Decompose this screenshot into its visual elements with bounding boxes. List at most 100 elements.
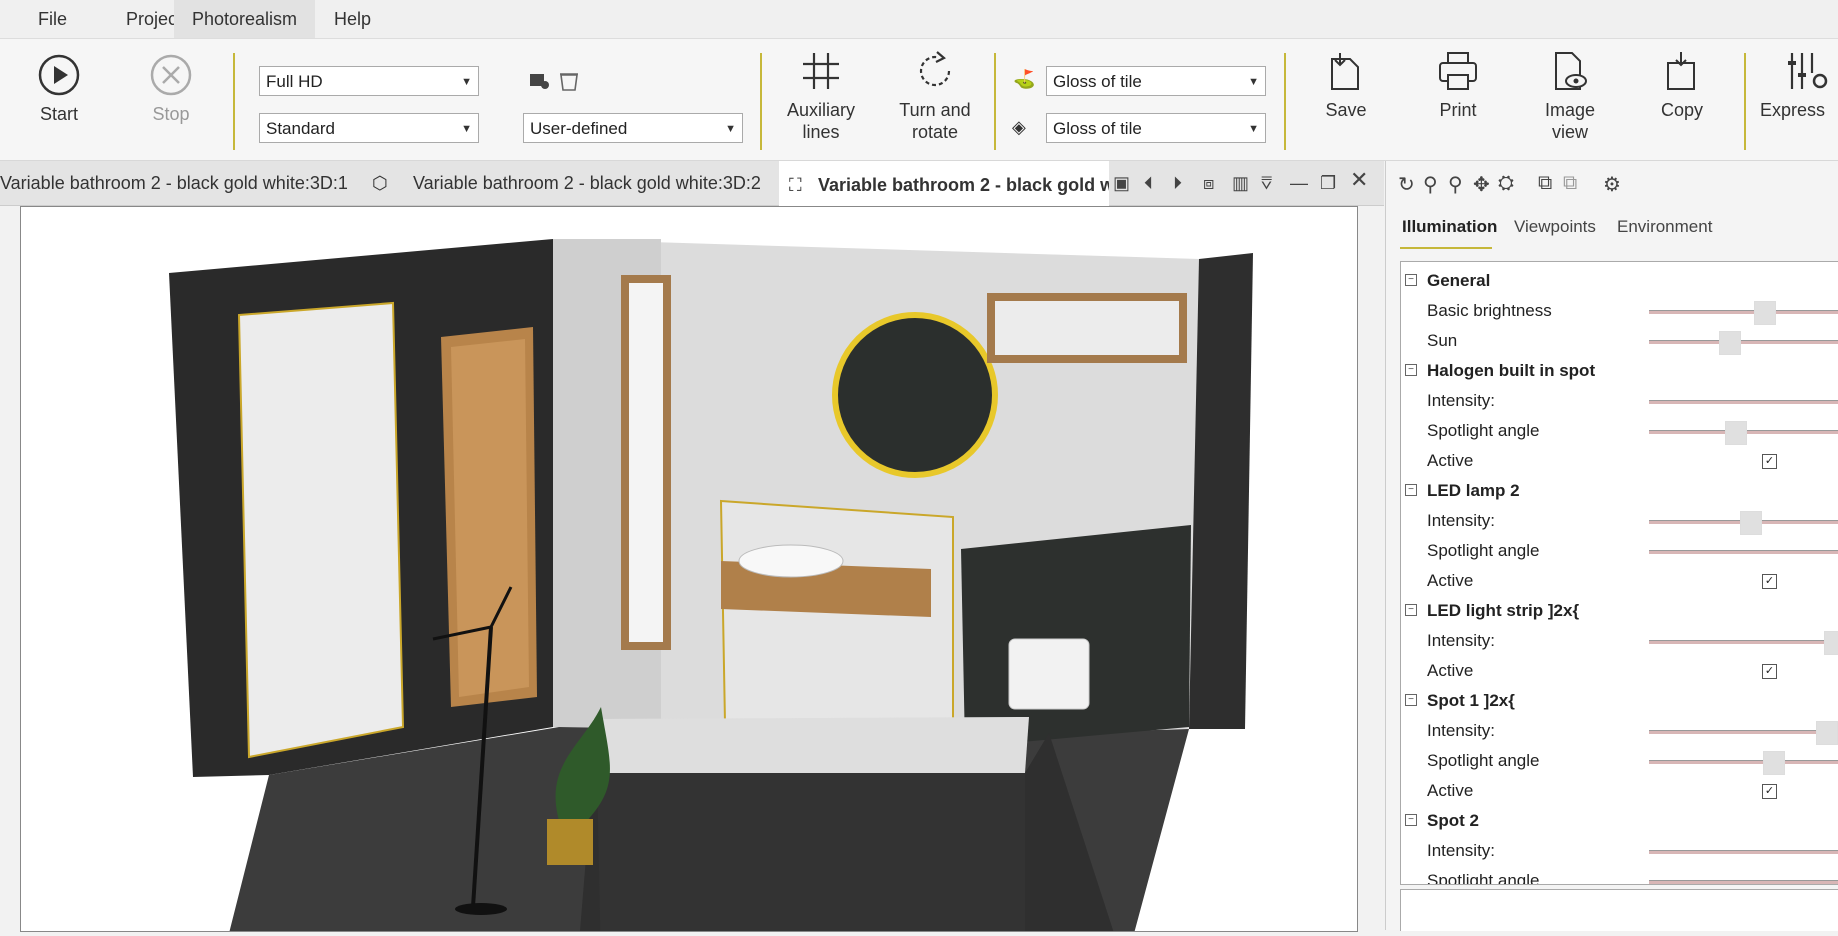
preset-select[interactable]: User-defined ▼ (523, 113, 743, 143)
active-checkbox[interactable]: ✓ (1762, 454, 1777, 469)
pan-icon[interactable]: ✥ (1473, 172, 1490, 197)
clear-cache-button[interactable] (558, 71, 580, 97)
tab-3d-1[interactable]: Variable bathroom 2 - black gold white:3… (0, 161, 350, 205)
minimize-icon[interactable]: — (1290, 173, 1308, 193)
tab-render-active[interactable]: ⛶ Variable bathroom 2 - black gold wh (779, 161, 1109, 207)
printer-icon (1439, 52, 1477, 90)
property-slider[interactable] (1649, 400, 1838, 404)
slider-thumb[interactable] (1753, 301, 1776, 325)
print-button[interactable]: Print (1428, 49, 1488, 121)
copy-button[interactable]: Copy (1652, 49, 1712, 121)
slider-thumb[interactable] (1816, 721, 1838, 745)
gloss-select-2[interactable]: Gloss of tile ▼ (1046, 113, 1266, 143)
collapse-icon[interactable]: − (1405, 364, 1417, 376)
gloss-wall-icon: ◈ (1012, 117, 1026, 137)
close-icon[interactable]: ✕ (1350, 169, 1368, 191)
property-slider[interactable] (1649, 331, 1838, 355)
menu-file[interactable]: File (20, 0, 85, 38)
settings-gear-icon[interactable]: ⚙ (1603, 172, 1621, 197)
render-viewport[interactable] (20, 206, 1358, 936)
zoom-in-icon[interactable]: ⚲ (1423, 172, 1438, 197)
stop-circle-icon (150, 54, 192, 96)
collapse-icon[interactable]: − (1405, 604, 1417, 616)
save-label: Save (1325, 100, 1367, 120)
stop-button[interactable]: Stop (140, 53, 202, 125)
document-tab-strip: Variable bathroom 2 - black gold white:3… (0, 161, 1384, 207)
restore-icon[interactable]: ❐ (1320, 173, 1336, 193)
zoom-out-icon[interactable]: ⚲ (1448, 172, 1463, 197)
frame-icon[interactable]: ▣ (1113, 173, 1130, 193)
turn-rotate-button[interactable]: Turn and rotate (890, 49, 980, 143)
image-view-label-2: view (1551, 122, 1588, 142)
property-row: Sun (1401, 326, 1838, 356)
property-label: Intensity: (1427, 721, 1496, 740)
tab-illumination[interactable]: Illumination (1402, 217, 1497, 237)
property-row: Intensity: (1401, 506, 1838, 536)
render-settings-button[interactable] (528, 71, 550, 97)
active-checkbox[interactable]: ✓ (1762, 664, 1777, 679)
print-label: Print (1439, 100, 1477, 120)
dropdown-menu-icon[interactable]: ⩢ (1261, 173, 1272, 193)
gloss-1-value: Gloss of tile (1053, 72, 1142, 91)
property-slider[interactable] (1649, 850, 1838, 854)
auxiliary-lines-button[interactable]: Auxiliary lines (778, 49, 864, 143)
collapse-icon[interactable]: − (1405, 484, 1417, 496)
active-checkbox[interactable]: ✓ (1762, 784, 1777, 799)
property-label: Basic brightness (1427, 301, 1552, 320)
property-group[interactable]: − LED lamp 2 (1401, 476, 1838, 506)
property-group[interactable]: − Spot 1 ]2x{ (1401, 686, 1838, 716)
property-group[interactable]: − General (1401, 266, 1838, 296)
property-slider[interactable] (1649, 721, 1838, 745)
slider-thumb[interactable] (1740, 511, 1763, 535)
active-checkbox[interactable]: ✓ (1762, 574, 1777, 589)
property-slider[interactable] (1649, 550, 1838, 554)
slider-thumb[interactable] (1763, 751, 1785, 775)
property-slider[interactable] (1649, 421, 1838, 445)
tab-environment[interactable]: Environment (1617, 217, 1712, 237)
collapse-icon[interactable]: − (1405, 814, 1417, 826)
property-slider[interactable] (1649, 751, 1838, 775)
step-back-icon[interactable]: ⏴ (1144, 173, 1153, 193)
slider-thumb[interactable] (1823, 631, 1838, 655)
property-slider[interactable] (1649, 880, 1838, 884)
slider-thumb[interactable] (1725, 421, 1747, 445)
split-view-icon[interactable]: ▥ (1232, 173, 1249, 193)
gloss-select-1[interactable]: Gloss of tile ▼ (1046, 66, 1266, 96)
step-forward-icon[interactable]: ⏵ (1173, 173, 1182, 193)
tab-3d-2[interactable]: ⬡ Variable bathroom 2 - black gold white… (360, 161, 772, 205)
camera-settings-icon[interactable]: ⛭ (1498, 172, 1514, 195)
property-group[interactable]: − Spot 2 (1401, 806, 1838, 836)
property-label: Spotlight angle (1427, 421, 1540, 440)
view-copy-icon[interactable]: ⧉ (1538, 172, 1552, 195)
menu-bar: File Project Photorealism Help (0, 0, 1838, 39)
menu-help[interactable]: Help (316, 0, 389, 38)
resolution-select[interactable]: Full HD ▼ (259, 66, 479, 96)
collapse-icon[interactable]: − (1405, 274, 1417, 286)
property-row: Spotlight angle (1401, 746, 1838, 776)
property-slider[interactable] (1649, 511, 1838, 535)
collapse-icon[interactable]: − (1405, 694, 1417, 706)
property-label: LED lamp 2 (1427, 481, 1520, 500)
illumination-property-tree: − General Basic brightness Sun − Halogen buil… (1400, 261, 1838, 885)
view-paste-icon[interactable]: ⧉ (1563, 172, 1577, 195)
save-button[interactable]: Save (1316, 49, 1376, 121)
tab-viewpoints[interactable]: Viewpoints (1514, 217, 1596, 237)
slider-thumb[interactable] (1719, 331, 1742, 355)
property-row: Active ✓ (1401, 446, 1838, 476)
start-button[interactable]: Start (28, 53, 90, 125)
sliders-gear-icon (1788, 53, 1828, 89)
refresh-icon[interactable]: ↻ (1398, 172, 1415, 197)
quality-select[interactable]: Standard ▼ (259, 113, 479, 143)
property-slider[interactable] (1649, 631, 1838, 655)
property-label: Intensity: (1427, 391, 1496, 410)
property-label: Active (1427, 451, 1474, 470)
gloss-floor-icon: ⛳ (1013, 69, 1036, 89)
property-label: Intensity: (1427, 511, 1496, 530)
fit-view-icon[interactable]: ⧈ (1203, 173, 1214, 193)
menu-photorealism[interactable]: Photorealism (174, 0, 316, 38)
property-group[interactable]: − Halogen built in spot (1401, 356, 1838, 386)
property-group[interactable]: − LED light strip ]2x{ (1401, 596, 1838, 626)
express-button[interactable]: Express (1760, 49, 1838, 121)
image-view-button[interactable]: Image view (1534, 49, 1606, 143)
property-slider[interactable] (1649, 301, 1838, 325)
